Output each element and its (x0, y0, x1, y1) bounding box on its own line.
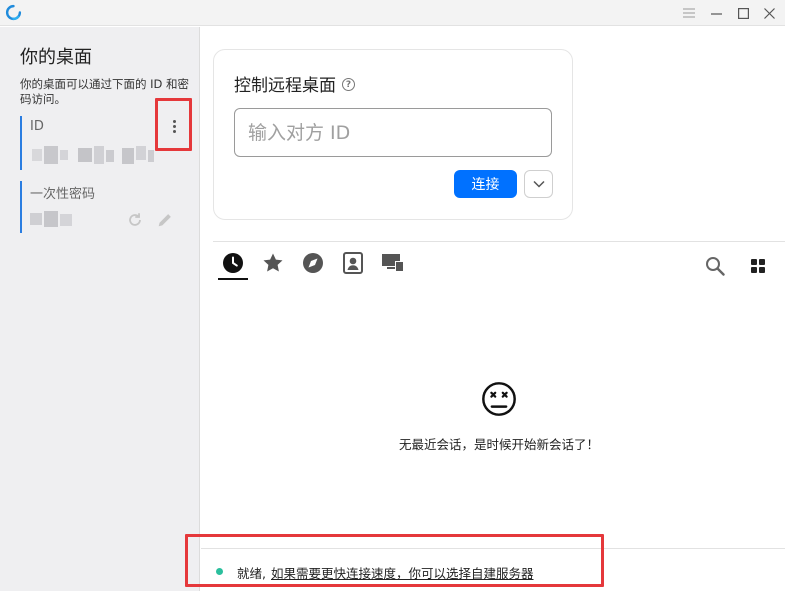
chevron-down-icon (532, 180, 545, 188)
tab-group[interactable] (378, 252, 408, 280)
compass-icon (303, 253, 323, 273)
connect-options-dropdown-button[interactable] (524, 170, 553, 198)
id-label: ID (30, 119, 44, 134)
card-title: 控制远程桌面 ? (234, 71, 355, 96)
empty-message: 无最近会话，是时候开始新会话了！ (398, 437, 599, 452)
maximize-icon[interactable] (732, 3, 754, 23)
status-bar: 就绪, 如果需要更快连接速度，你可以选择自建服务器 (201, 548, 785, 591)
remote-id-input[interactable] (234, 108, 552, 157)
status-text: 就绪, (237, 566, 266, 581)
search-icon[interactable] (704, 255, 726, 277)
id-value-masked[interactable] (30, 146, 160, 164)
self-host-server-link[interactable]: 如果需要更快连接速度，你可以选择自建服务器 (271, 563, 534, 582)
star-icon (263, 253, 283, 272)
card-title-text: 控制远程桌面 (234, 76, 336, 96)
peer-tabs-bar (213, 241, 785, 283)
pencil-icon[interactable] (156, 211, 174, 229)
password-section: 一次性密码 (20, 181, 190, 233)
devices-icon (382, 254, 404, 272)
panel-description: 你的桌面可以通过下面的 ID 和密码访问。 (20, 77, 190, 106)
rustdesk-logo-icon (5, 4, 22, 21)
tab-favorites[interactable] (258, 252, 288, 280)
title-bar (0, 0, 785, 26)
id-section: ID (20, 116, 190, 170)
hamburger-menu-icon[interactable] (678, 3, 700, 23)
sad-face-icon (482, 382, 516, 416)
tab-discovered[interactable] (298, 252, 328, 280)
contacts-icon (343, 252, 363, 274)
connect-button[interactable]: 连接 (454, 170, 517, 198)
refresh-icon[interactable] (126, 211, 144, 229)
help-icon[interactable]: ? (342, 78, 355, 91)
panel-title: 你的桌面 (20, 47, 92, 68)
clock-icon (223, 253, 243, 273)
status-indicator-dot (216, 568, 223, 575)
tab-recent-sessions[interactable] (218, 252, 248, 280)
empty-recent-sessions: 无最近会话，是时候开始新会话了！ (213, 380, 785, 453)
close-icon[interactable] (758, 3, 780, 23)
password-value-masked (30, 211, 74, 227)
minimize-icon[interactable] (705, 3, 727, 23)
id-more-options-button[interactable] (168, 116, 180, 136)
tab-address-book[interactable] (338, 252, 368, 280)
password-label: 一次性密码 (30, 187, 96, 202)
control-remote-desktop-card: 控制远程桌面 ? 连接 (213, 49, 573, 220)
grid-view-icon[interactable] (747, 255, 769, 277)
your-desktop-panel: 你的桌面 你的桌面可以通过下面的 ID 和密码访问。 ID 一次性密码 (0, 27, 200, 591)
